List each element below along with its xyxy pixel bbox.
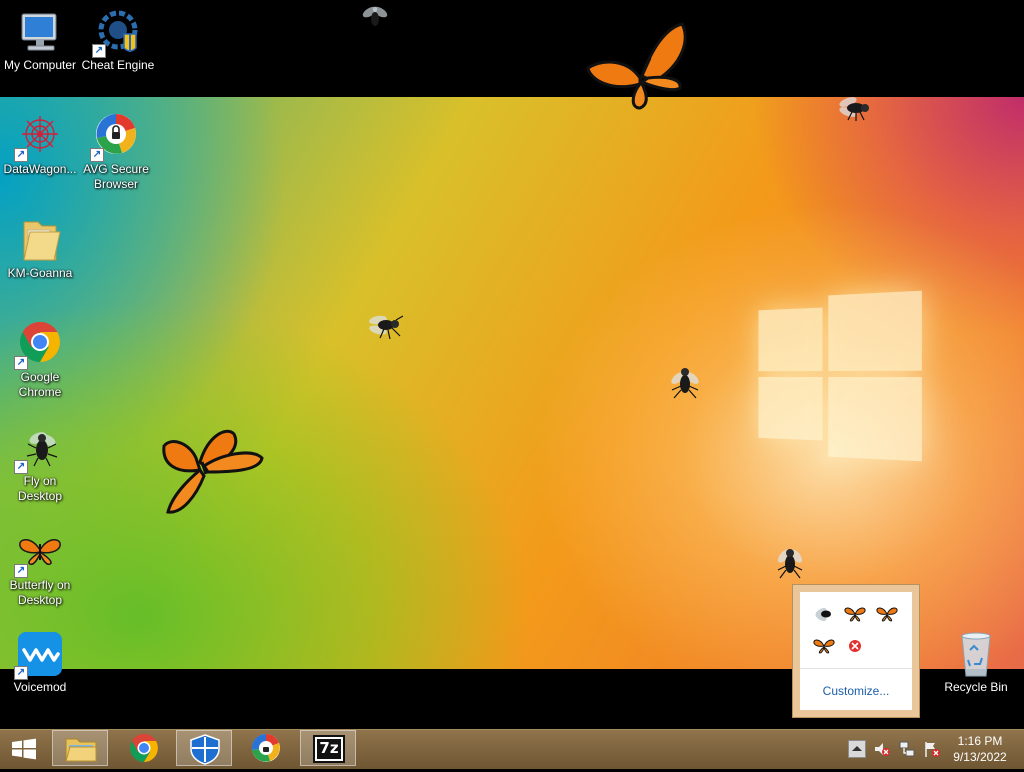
chrome-icon: [130, 734, 158, 762]
tray-overflow-popup: Customize...: [792, 584, 920, 718]
start-button[interactable]: [8, 737, 40, 761]
desktop-icon-avg-secure-browser[interactable]: ↗ AVG Secure Browser: [76, 112, 156, 192]
shortcut-arrow-icon: ↗: [14, 666, 28, 680]
taskbar-clock[interactable]: 1:16 PM 9/13/2022: [944, 733, 1016, 765]
shortcut-arrow-icon: ↗: [14, 564, 28, 578]
taskbar-avg-browser-button[interactable]: [238, 730, 294, 766]
fly-icon[interactable]: [366, 306, 406, 342]
desktop-icon-butterfly-on-desktop[interactable]: ↗ Butterfly on Desktop: [0, 528, 80, 608]
shortcut-arrow-icon: ↗: [92, 44, 106, 58]
clock-time: 1:16 PM: [957, 734, 1003, 748]
windows-logo-icon: [12, 738, 36, 760]
desktop-icon-label: Voicemod: [13, 680, 67, 694]
desktop-icon-km-goanna[interactable]: KM-Goanna: [0, 216, 80, 281]
desktop-icon-cheat-engine[interactable]: ↗ Cheat Engine: [78, 8, 158, 73]
avg-browser-icon: ↗: [90, 112, 140, 162]
fly-icon: ↗: [14, 424, 64, 474]
fly-icon[interactable]: [666, 360, 704, 402]
desktop-icon-voicemod[interactable]: ↗ Voicemod: [0, 630, 80, 695]
tray-overflow-panel: Customize...: [800, 592, 912, 710]
wallpaper-windows-logo: [758, 286, 922, 465]
desktop-icon-label: Cheat Engine: [81, 58, 155, 72]
shortcut-arrow-icon: ↗: [14, 356, 28, 370]
error-icon[interactable]: [847, 638, 863, 654]
shortcut-arrow-icon: ↗: [90, 148, 104, 162]
chevron-up-icon: [848, 740, 866, 758]
fly-icon[interactable]: [812, 602, 836, 626]
avg-browser-icon: [251, 733, 280, 762]
butterfly-icon[interactable]: [812, 634, 836, 658]
popup-divider: [800, 668, 912, 669]
datawagon-icon: ↗: [14, 112, 64, 162]
desktop-icon-fly-on-desktop[interactable]: ↗ Fly on Desktop: [0, 424, 80, 504]
desktop-icon-recycle-bin[interactable]: Recycle Bin: [936, 630, 1016, 695]
desktop-icon-label: AVG Secure Browser: [83, 162, 149, 191]
fly-icon[interactable]: [360, 2, 390, 32]
file-explorer-icon: [65, 738, 97, 762]
butterfly-icon[interactable]: [843, 602, 867, 626]
network-tray-icon[interactable]: [898, 740, 916, 758]
customize-link[interactable]: Customize...: [800, 684, 912, 698]
desktop-icon-label: Google Chrome: [18, 370, 62, 399]
flag-alert-icon: [925, 742, 940, 757]
fly-icon[interactable]: [772, 542, 808, 582]
chrome-icon: ↗: [14, 320, 64, 370]
network-icon: [899, 741, 915, 757]
desktop-icon-my-computer[interactable]: My Computer: [0, 8, 80, 73]
butterfly-icon[interactable]: [875, 602, 899, 626]
taskbar-security-button[interactable]: [176, 730, 232, 766]
voicemod-icon: ↗: [14, 630, 64, 680]
desktop-icon-google-chrome[interactable]: ↗ Google Chrome: [0, 320, 80, 400]
butterfly-icon[interactable]: [584, 18, 690, 112]
recycle-bin-icon: [952, 630, 1000, 678]
shortcut-arrow-icon: ↗: [14, 460, 28, 474]
volume-muted-icon: [875, 743, 890, 756]
desktop-icon-label: My Computer: [3, 58, 77, 72]
computer-icon: [16, 8, 64, 56]
desktop-icon-label: Fly on Desktop: [17, 474, 63, 503]
desktop-icon-label: DataWagon...: [3, 162, 77, 176]
fly-icon[interactable]: [834, 92, 874, 124]
taskbar-chrome-button[interactable]: [116, 730, 172, 766]
clock-date: 9/13/2022: [953, 750, 1007, 764]
folder-icon: [16, 216, 64, 264]
volume-tray-icon[interactable]: [873, 740, 891, 758]
butterfly-icon[interactable]: [160, 424, 266, 518]
desktop-icon-label: Recycle Bin: [944, 680, 1008, 694]
butterfly-icon: ↗: [14, 528, 64, 578]
cheat-engine-icon: ↗: [92, 8, 142, 58]
shortcut-arrow-icon: ↗: [14, 148, 28, 162]
7zip-label: 7z: [319, 739, 339, 757]
desktop-icon-label: KM-Goanna: [7, 266, 73, 280]
desktop-icon-label: Butterfly on Desktop: [9, 578, 71, 607]
action-center-tray-icon[interactable]: [923, 740, 941, 758]
desktop-icon-datawagon[interactable]: ↗ DataWagon...: [0, 112, 80, 177]
taskbar-7zip-button[interactable]: 7z: [300, 730, 356, 766]
shield-icon: [190, 734, 220, 765]
show-hidden-icons-button[interactable]: [848, 740, 866, 758]
taskbar-file-explorer-button[interactable]: [52, 730, 108, 766]
